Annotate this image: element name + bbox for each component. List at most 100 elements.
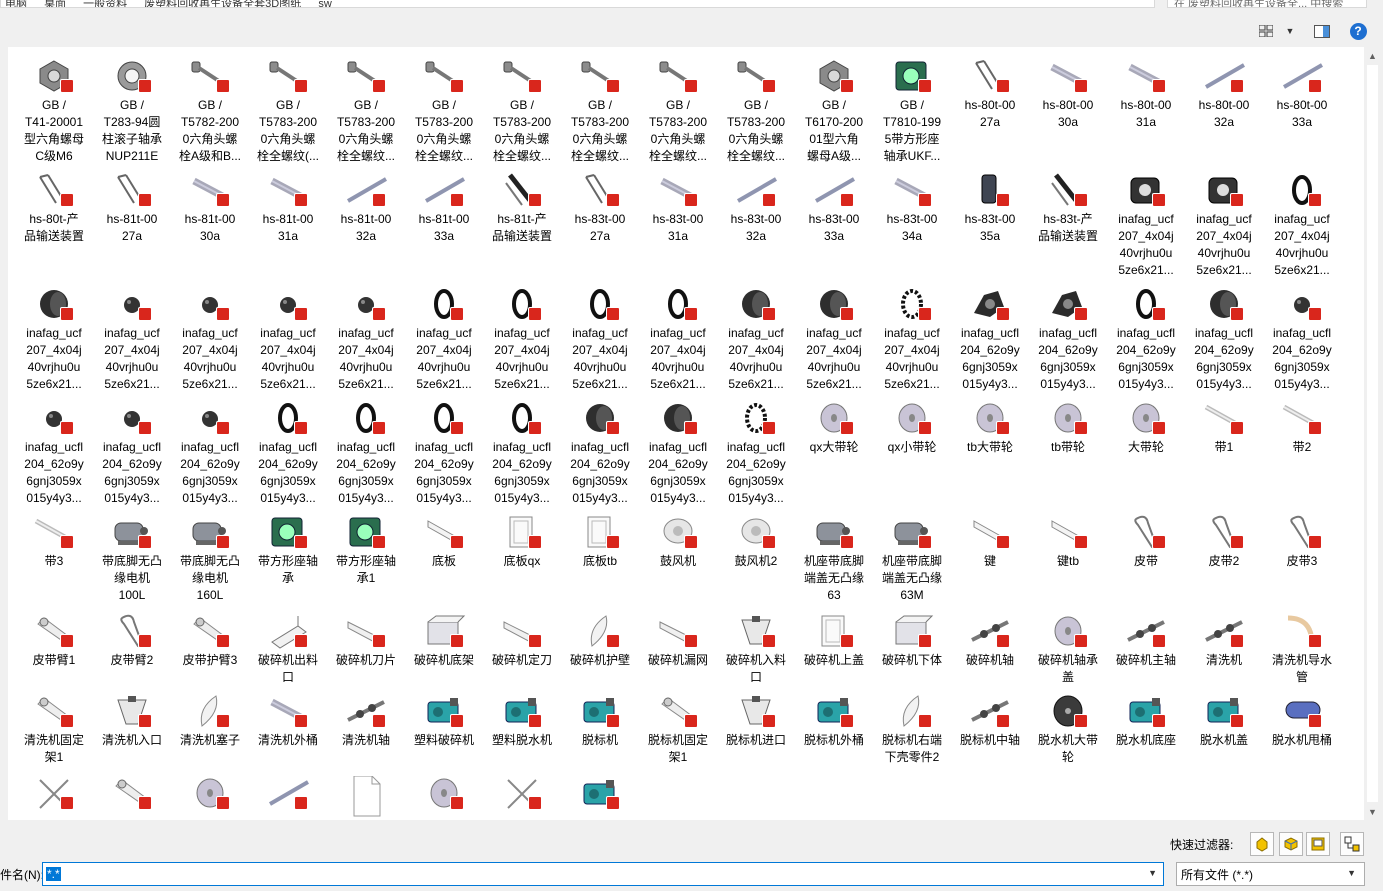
file-item[interactable]: 破碎机定刀 — [485, 608, 559, 669]
file-item[interactable]: 鼓风机 — [641, 509, 715, 570]
file-item[interactable]: 带方形座轴 承1 — [329, 509, 403, 587]
scroll-down-arrow[interactable]: ▼ — [1364, 803, 1381, 820]
file-item[interactable]: hs-83t-00 31a — [641, 167, 715, 245]
file-item[interactable]: inafag_ucf 207_4x04j 40vrjhu0u 5ze6x21..… — [797, 281, 871, 393]
file-item[interactable]: GB / T5783-200 0六角头螺 栓全螺纹... — [641, 53, 715, 165]
file-item[interactable]: hs-81t-00 27a — [95, 167, 169, 245]
file-item[interactable]: 键tb — [1031, 509, 1105, 570]
quick-filter-part-button[interactable] — [1250, 832, 1274, 856]
file-item[interactable]: inafag_ucfl 204_62o9y 6gnj3059x 015y4y3.… — [1187, 281, 1261, 393]
file-item[interactable]: 塑料破碎机 — [407, 688, 481, 749]
preview-pane-button[interactable] — [1312, 22, 1332, 40]
file-item[interactable] — [485, 770, 559, 814]
file-item[interactable] — [407, 770, 481, 814]
file-item[interactable]: hs-80t-00 30a — [1031, 53, 1105, 131]
file-item[interactable] — [17, 770, 91, 814]
file-item[interactable]: 脱标机外桶 — [797, 688, 871, 749]
file-item[interactable]: 皮带 — [1109, 509, 1183, 570]
file-item[interactable]: hs-81t-00 33a — [407, 167, 481, 245]
file-item[interactable]: 底板tb — [563, 509, 637, 570]
file-item[interactable]: 清洗机入口 — [95, 688, 169, 749]
file-item[interactable]: inafag_ucf 207_4x04j 40vrjhu0u 5ze6x21..… — [173, 281, 247, 393]
file-item[interactable]: 破碎机轴承 盖 — [1031, 608, 1105, 686]
file-item[interactable]: 破碎机漏网 — [641, 608, 715, 669]
file-item[interactable]: inafag_ucf 207_4x04j 40vrjhu0u 5ze6x21..… — [641, 281, 715, 393]
file-item[interactable]: 破碎机轴 — [953, 608, 1027, 669]
quick-filter-toplevel-button[interactable] — [1340, 832, 1364, 856]
file-item[interactable]: hs-83t-00 35a — [953, 167, 1027, 245]
file-item[interactable]: inafag_ucfl 204_62o9y 6gnj3059x 015y4y3.… — [329, 395, 403, 507]
file-item[interactable]: hs-81t-00 30a — [173, 167, 247, 245]
file-item[interactable]: 脱水机底座 — [1109, 688, 1183, 749]
file-item[interactable]: GB / T41-20001 型六角螺母 C级M6 — [17, 53, 91, 165]
file-item[interactable]: hs-83t-00 34a — [875, 167, 949, 245]
file-item[interactable]: 带3 — [17, 509, 91, 570]
vertical-scrollbar[interactable]: ▲ ▼ — [1364, 47, 1381, 820]
file-item[interactable]: inafag_ucf 207_4x04j 40vrjhu0u 5ze6x21..… — [719, 281, 793, 393]
file-item[interactable]: hs-80t-产 品输送装置 — [17, 167, 91, 245]
breadcrumb[interactable]: 电脑 桌面 一般资料 废塑料回收再生设备全套3D图纸 sw — [0, 0, 1155, 8]
breadcrumb-item-project[interactable]: 废塑料回收再生设备全套3D图纸 — [144, 0, 301, 7]
file-item[interactable]: hs-80t-00 27a — [953, 53, 1027, 131]
file-item[interactable] — [173, 770, 247, 814]
file-item[interactable]: hs-83t-00 32a — [719, 167, 793, 245]
file-item[interactable]: 底板 — [407, 509, 481, 570]
file-item[interactable]: GB / T5783-200 0六角头螺 栓全螺纹... — [329, 53, 403, 165]
breadcrumb-item-desktop[interactable]: 桌面 — [44, 0, 66, 7]
file-item[interactable]: 带2 — [1265, 395, 1339, 456]
breadcrumb-item-general[interactable]: 一般资料 — [83, 0, 127, 7]
file-item[interactable]: inafag_ucfl 204_62o9y 6gnj3059x 015y4y3.… — [95, 395, 169, 507]
file-item[interactable]: 清洗机固定 架1 — [17, 688, 91, 766]
file-item[interactable]: qx大带轮 — [797, 395, 871, 456]
file-item[interactable]: tb大带轮 — [953, 395, 1027, 456]
file-list[interactable]: GB / T41-20001 型六角螺母 C级M6 GB / T283-94圆 柱… — [8, 47, 1364, 820]
file-item[interactable]: 脱标机右端 下壳零件2 — [875, 688, 949, 766]
file-item[interactable] — [329, 770, 403, 817]
file-item[interactable]: 皮带3 — [1265, 509, 1339, 570]
file-item[interactable]: 皮带臂2 — [95, 608, 169, 669]
file-item[interactable]: inafag_ucf 207_4x04j 40vrjhu0u 5ze6x21..… — [407, 281, 481, 393]
file-item[interactable]: inafag_ucfl 204_62o9y 6gnj3059x 015y4y3.… — [641, 395, 715, 507]
file-item[interactable]: 脱水机甩桶 — [1265, 688, 1339, 749]
file-item[interactable] — [563, 770, 637, 814]
file-item[interactable]: 带1 — [1187, 395, 1261, 456]
file-item[interactable]: inafag_ucfl 204_62o9y 6gnj3059x 015y4y3.… — [173, 395, 247, 507]
file-item[interactable]: inafag_ucf 207_4x04j 40vrjhu0u 5ze6x21..… — [485, 281, 559, 393]
file-item[interactable]: 清洗机外桶 — [251, 688, 325, 749]
file-item[interactable]: 皮带2 — [1187, 509, 1261, 570]
file-item[interactable]: GB / T5783-200 0六角头螺 栓全螺纹... — [407, 53, 481, 165]
file-item[interactable]: inafag_ucfl 204_62o9y 6gnj3059x 015y4y3.… — [1265, 281, 1339, 393]
change-view-button[interactable] — [1256, 22, 1276, 40]
file-item[interactable]: inafag_ucfl 204_62o9y 6gnj3059x 015y4y3.… — [485, 395, 559, 507]
file-item[interactable]: 破碎机刀片 — [329, 608, 403, 669]
file-item[interactable]: tb带轮 — [1031, 395, 1105, 456]
file-item[interactable]: inafag_ucfl 204_62o9y 6gnj3059x 015y4y3.… — [1031, 281, 1105, 393]
file-item[interactable]: 破碎机上盖 — [797, 608, 871, 669]
breadcrumb-item-computer[interactable]: 电脑 — [5, 0, 27, 7]
file-item[interactable]: hs-80t-00 33a — [1265, 53, 1339, 131]
file-item[interactable]: 破碎机护壁 — [563, 608, 637, 669]
file-item[interactable]: 鼓风机2 — [719, 509, 793, 570]
file-item[interactable]: GB / T283-94圆 柱滚子轴承 NUP211E — [95, 53, 169, 165]
file-item[interactable]: 破碎机下体 — [875, 608, 949, 669]
file-item[interactable]: 脱水机盖 — [1187, 688, 1261, 749]
file-item[interactable]: 皮带护臂3 — [173, 608, 247, 669]
file-item[interactable]: hs-83t-00 27a — [563, 167, 637, 245]
quick-filter-assembly-button[interactable] — [1279, 832, 1303, 856]
file-item[interactable]: hs-81t-00 31a — [251, 167, 325, 245]
file-item[interactable]: GB / T5782-200 0六角头螺 栓A级和B... — [173, 53, 247, 165]
file-item[interactable] — [251, 770, 325, 814]
file-item[interactable]: inafag_ucfl 204_62o9y 6gnj3059x 015y4y3.… — [251, 395, 325, 507]
chevron-down-icon[interactable]: ▼ — [1347, 868, 1356, 878]
file-item[interactable]: 脱水机大带 轮 — [1031, 688, 1105, 766]
search-input[interactable]: 在 废塑料回收再生设备全... 中搜索 — [1167, 0, 1367, 8]
file-item[interactable]: 机座带底脚 端盖无凸缘 63M — [875, 509, 949, 604]
filename-input[interactable]: *.* ▼ — [42, 862, 1164, 886]
file-item[interactable]: GB / T6170-200 01型六角 螺母A级... — [797, 53, 871, 165]
breadcrumb-item-sw[interactable]: sw — [318, 0, 331, 7]
file-item[interactable]: 皮带臂1 — [17, 608, 91, 669]
file-item[interactable]: 底板qx — [485, 509, 559, 570]
file-item[interactable]: inafag_ucfl 204_62o9y 6gnj3059x 015y4y3.… — [719, 395, 793, 507]
file-item[interactable]: inafag_ucfl 204_62o9y 6gnj3059x 015y4y3.… — [563, 395, 637, 507]
file-item[interactable]: 破碎机入料 口 — [719, 608, 793, 686]
